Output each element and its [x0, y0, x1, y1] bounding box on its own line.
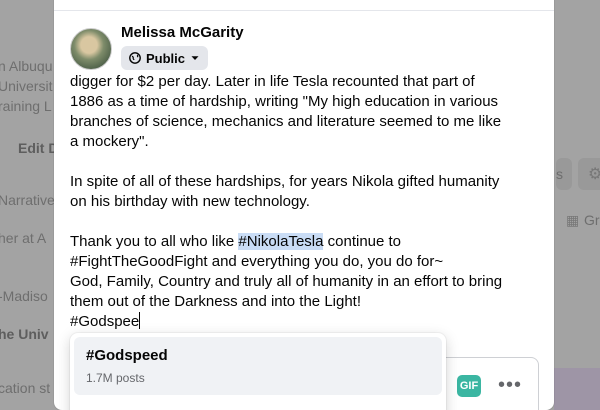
hashtag-suggestion-item[interactable]: #Godspeed 1.7M posts: [74, 337, 442, 395]
bg-text-2: Universit: [0, 78, 53, 94]
text-line: 1886 as a time of hardship, writing "My …: [70, 93, 499, 110]
post-text-editor[interactable]: digger for $2 per day. Later in life Tes…: [70, 72, 540, 332]
text-segment: Thank you to all who like: [70, 233, 239, 250]
text-line: In spite of all of these hardships, for …: [70, 173, 500, 190]
avatar: [70, 28, 112, 70]
divider: [54, 10, 554, 11]
text-line: on his birthday with new technology.: [70, 193, 310, 210]
bg-right-label-1: s: [556, 166, 563, 182]
text-line: God, Family, Country and truly all of hu…: [70, 273, 503, 290]
text-line: Thank you to all who like #NikolaTesla c…: [70, 232, 540, 252]
globe-icon: [129, 52, 141, 64]
text-line: #Godspee: [70, 312, 540, 332]
current-hashtag-input: #Godspee: [70, 313, 140, 330]
bg-text-1: n Albuqu: [0, 58, 53, 74]
hashtag-suggestions-dropdown: #Godspeed 1.7M posts: [70, 333, 446, 410]
text-cursor: [139, 312, 141, 329]
hashtag-nikolatesla[interactable]: #NikolaTesla: [238, 233, 324, 250]
gear-icon: ⚙: [588, 166, 600, 183]
privacy-label: Public: [146, 50, 186, 66]
caret-down-icon: [190, 53, 200, 63]
bg-text-4: Edit D: [18, 140, 59, 156]
audience-selector-button[interactable]: Public: [121, 46, 209, 70]
text-line: #FightTheGoodFight and everything you do…: [70, 253, 444, 270]
bg-text-3: raining L: [0, 98, 52, 114]
text-line: them out of the Darkness and into the Li…: [70, 293, 362, 310]
bg-text-9: cation st: [0, 380, 51, 396]
gif-icon[interactable]: GIF: [457, 375, 481, 397]
suggestion-hashtag: #Godspeed: [86, 347, 168, 364]
bg-text-5: Narrative: [0, 192, 55, 208]
text-segment: continue to: [323, 233, 402, 250]
text-line: a mockery".: [70, 133, 149, 150]
grid-icon: ▦: [566, 212, 580, 228]
bg-text-7: -Madiso: [0, 288, 48, 304]
bg-right-label-2: Gr: [584, 212, 600, 228]
bg-bottom-block: [554, 368, 600, 410]
text-line: branches of science, mechanics and liter…: [70, 113, 502, 130]
more-options-icon[interactable]: •••: [498, 374, 522, 397]
bg-text-6: her at A: [0, 230, 47, 246]
text-line: digger for $2 per day. Later in life Tes…: [70, 73, 475, 90]
create-post-dialog: Melissa McGarity Public digger for $2 pe…: [54, 0, 554, 410]
suggestion-post-count: 1.7M posts: [86, 371, 145, 385]
bg-text-8: he Univ: [0, 326, 49, 342]
user-name: Melissa McGarity: [121, 24, 244, 41]
